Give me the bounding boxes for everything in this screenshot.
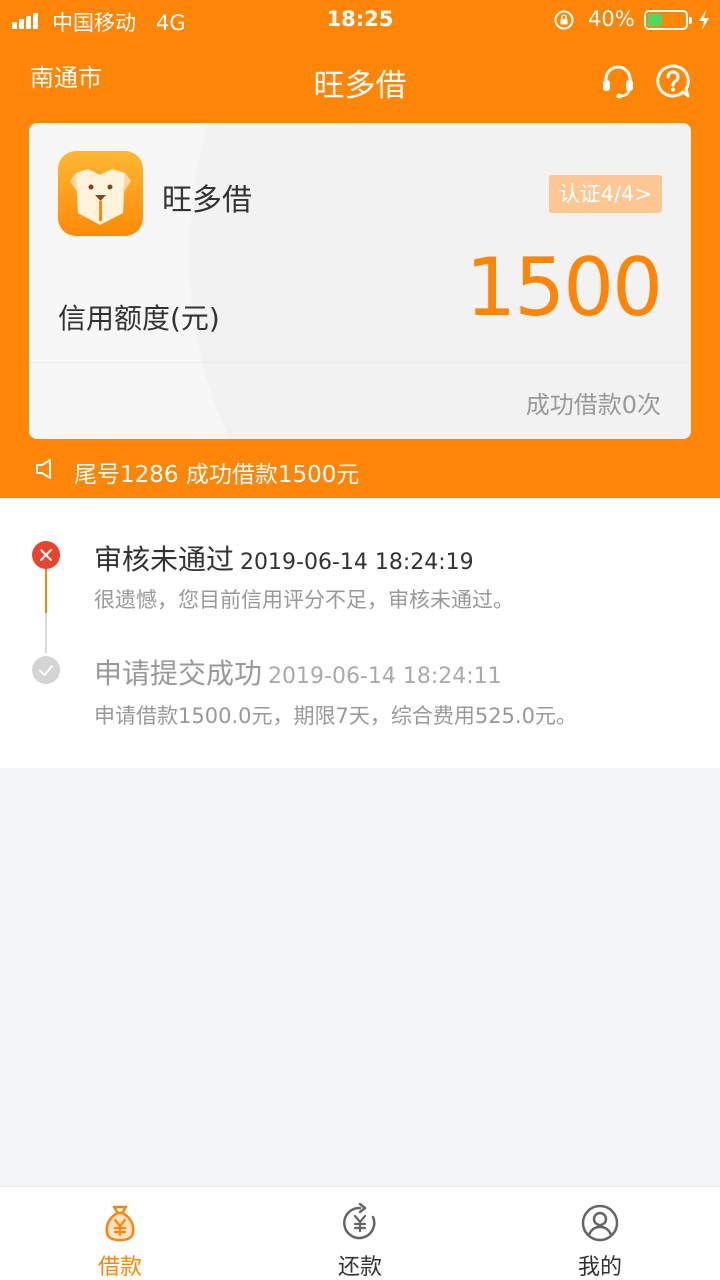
tab-repay[interactable]: 还款	[240, 1187, 480, 1280]
certification-badge[interactable]: 认证4/4>	[548, 175, 662, 213]
repay-icon	[343, 1203, 376, 1240]
tab-label: 借款	[97, 1255, 142, 1280]
notice-text: 尾号1286 成功借款1500元	[74, 462, 360, 488]
user-icon	[581, 1204, 619, 1242]
battery-icon	[644, 10, 692, 30]
event-description: 很遗憾，您目前信用评分不足，审核未通过。	[94, 588, 514, 612]
timeline-connector-active	[45, 568, 47, 613]
bottom-tab-bar: 借款 还款 我的	[0, 1186, 720, 1280]
status-bar: 中国移动 4G 18:25 40%	[0, 0, 720, 40]
card-divider	[29, 362, 691, 363]
event-time: 2019-06-14 18:24:19	[240, 550, 474, 575]
charging-icon	[699, 10, 709, 30]
help-icon[interactable]	[655, 63, 691, 99]
event-description: 申请借款1500.0元，期限7天，综合费用525.0元。	[94, 704, 577, 728]
battery-percent: 40%	[588, 7, 635, 31]
speaker-icon	[36, 459, 51, 479]
tab-borrow[interactable]: 借款	[0, 1187, 240, 1280]
headset-icon[interactable]	[600, 63, 636, 99]
timeline-connector	[45, 613, 47, 653]
failed-status-icon	[32, 541, 60, 569]
tab-mine[interactable]: 我的	[480, 1187, 720, 1280]
success-loan-count: 成功借款0次	[525, 391, 661, 419]
rotation-lock-icon	[554, 10, 574, 30]
card-app-name: 旺多借	[162, 183, 252, 218]
event-time: 2019-06-14 18:24:11	[268, 664, 502, 689]
header-area: 中国移动 4G 18:25 40% 南通市 旺多借 旺多借 认证4/4> 信用额…	[0, 0, 720, 498]
credit-card: 旺多借 认证4/4> 信用额度(元) 1500 成功借款0次	[29, 123, 691, 439]
application-timeline: 审核未通过 2019-06-14 18:24:19 很遗憾，您目前信用评分不足，审…	[0, 498, 720, 768]
credit-limit-amount: 1500	[465, 241, 663, 334]
check-icon	[32, 656, 60, 684]
tab-label: 我的	[577, 1255, 622, 1280]
credit-limit-label: 信用额度(元)	[58, 302, 220, 335]
tab-label: 还款	[337, 1255, 382, 1280]
event-title: 审核未通过 2019-06-14 18:24:19	[94, 543, 474, 576]
money-bag-icon	[105, 1205, 135, 1242]
app-logo	[58, 151, 143, 236]
event-title: 申请提交成功 2019-06-14 18:24:11	[94, 657, 502, 690]
